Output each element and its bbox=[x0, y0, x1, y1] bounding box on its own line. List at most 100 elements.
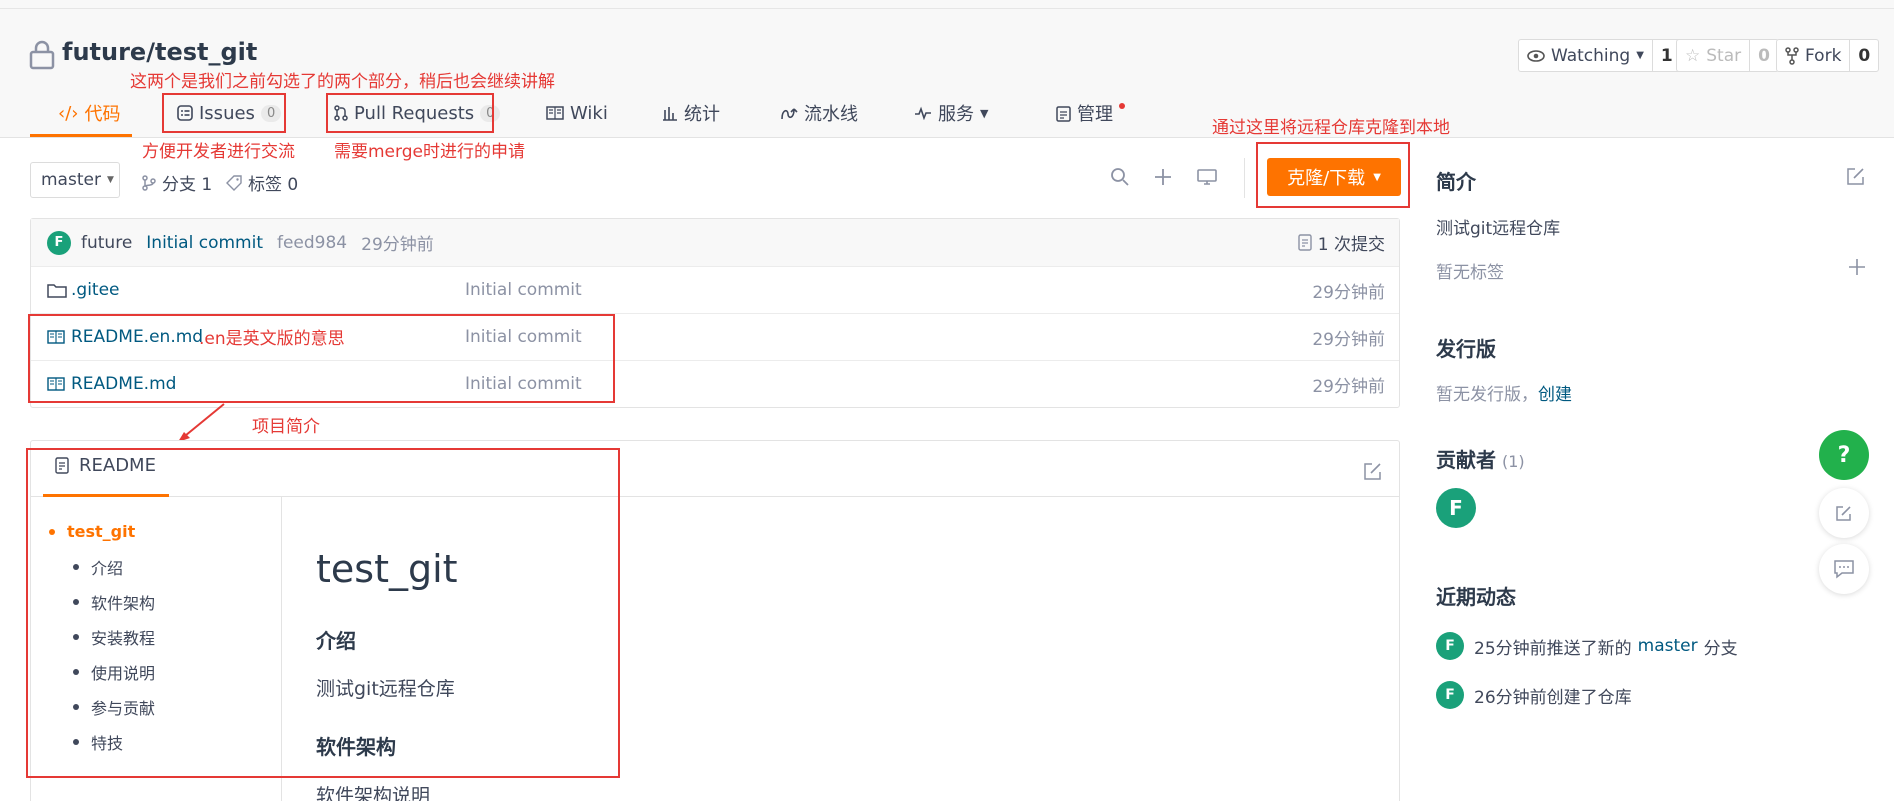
sidebar-description: 测试git远程仓库 bbox=[1436, 219, 1561, 239]
tab-services-label: 服务 bbox=[938, 104, 974, 125]
tab-pipeline[interactable]: 流水线 bbox=[780, 98, 858, 128]
tab-manage-label: 管理 bbox=[1077, 104, 1113, 125]
annotation-box-issues bbox=[162, 93, 286, 133]
star-label: Star bbox=[1706, 45, 1742, 66]
fork-button[interactable]: Fork 0 bbox=[1776, 39, 1880, 72]
branches-label: 分支 1 bbox=[162, 175, 213, 195]
commit-hash[interactable]: feed984 bbox=[277, 233, 347, 253]
help-icon: ? bbox=[1837, 442, 1851, 468]
commits-icon bbox=[1298, 234, 1312, 251]
eye-icon bbox=[1527, 49, 1545, 62]
sidebar-release-info: 暂无发行版， 创建 bbox=[1436, 380, 1572, 405]
latest-commit-row: F future Initial commit feed984 29分钟前 1 … bbox=[31, 219, 1399, 266]
chat-icon bbox=[1834, 560, 1854, 579]
feedback-button[interactable] bbox=[1819, 488, 1869, 538]
add-tag-icon[interactable] bbox=[1848, 258, 1866, 276]
activity-text: 25分钟前推送了新的 bbox=[1474, 638, 1632, 659]
tab-wiki-label: Wiki bbox=[570, 102, 608, 124]
branches-link[interactable]: 分支 1 bbox=[142, 170, 212, 195]
annotation-clone-note: 通过这里将远程仓库克隆到本地 bbox=[1212, 118, 1450, 138]
commit-author[interactable]: future bbox=[81, 233, 132, 253]
search-icon[interactable] bbox=[1110, 167, 1130, 187]
tab-wiki[interactable]: Wiki bbox=[546, 98, 608, 128]
bar-chart-icon bbox=[663, 107, 677, 121]
watch-label: Watching bbox=[1551, 45, 1631, 66]
avatar[interactable]: F bbox=[47, 230, 71, 255]
repo-path[interactable]: future/test_git bbox=[62, 38, 257, 66]
watch-button[interactable]: Watching ▼ 1 bbox=[1518, 39, 1682, 72]
folder-icon bbox=[47, 284, 67, 298]
activity-text-suffix: 分支 bbox=[1703, 638, 1738, 659]
activity-item: F 25分钟前推送了新的 master 分支 bbox=[1436, 632, 1738, 660]
annotation-box-readme-files bbox=[28, 314, 615, 403]
fork-label: Fork bbox=[1805, 45, 1842, 66]
commit-message[interactable]: Initial commit bbox=[146, 233, 263, 253]
annotation-pr-note: 需要merge时进行的申请 bbox=[334, 142, 525, 162]
star-icon: ☆ bbox=[1685, 45, 1701, 66]
sidebar-contributors-title: 贡献者 (1) bbox=[1436, 448, 1525, 472]
book-icon bbox=[546, 106, 564, 120]
create-release-link[interactable]: 创建 bbox=[1538, 380, 1572, 405]
commit-count-link[interactable]: 1 次提交 bbox=[1298, 230, 1385, 255]
annotation-box-clone bbox=[1256, 142, 1410, 208]
annotation-box-pr bbox=[326, 93, 494, 133]
edit-icon[interactable] bbox=[1363, 461, 1383, 481]
file-row-gitee[interactable]: .gitee Initial commit 29分钟前 bbox=[31, 266, 1399, 313]
activity-item: F 26分钟前创建了仓库 bbox=[1436, 681, 1632, 709]
annotation-issues-note: 方便开发者进行交流 bbox=[142, 142, 295, 162]
chevron-down-icon: ▼ bbox=[1636, 50, 1644, 61]
chevron-down-icon: ▼ bbox=[980, 106, 989, 120]
tab-pipeline-label: 流水线 bbox=[804, 104, 858, 125]
tags-link[interactable]: 标签 0 bbox=[226, 170, 298, 195]
annotation-box-readme-panel bbox=[26, 448, 620, 778]
activity-branch-link[interactable]: master bbox=[1638, 636, 1698, 656]
toolbar-divider bbox=[1244, 158, 1245, 198]
contributors-count: (1) bbox=[1502, 452, 1525, 471]
no-release-text: 暂无发行版， bbox=[1436, 385, 1538, 405]
chevron-down-icon: ▼ bbox=[106, 175, 114, 185]
pipeline-icon bbox=[781, 108, 798, 120]
help-button[interactable]: ? bbox=[1819, 430, 1869, 480]
clipboard-icon bbox=[1056, 105, 1071, 122]
tab-stats[interactable]: 统计 bbox=[662, 98, 720, 128]
sidebar-activity-title: 近期动态 bbox=[1436, 585, 1516, 609]
avatar[interactable]: F bbox=[1436, 632, 1464, 660]
sidebar-release-title: 发行版 bbox=[1436, 337, 1496, 361]
tab-code[interactable]: ‹/› 代码 bbox=[58, 98, 120, 128]
tab-code-label: 代码 bbox=[84, 104, 121, 125]
top-divider bbox=[0, 8, 1894, 9]
plus-icon[interactable] bbox=[1153, 167, 1173, 187]
star-count: 0 bbox=[1749, 40, 1778, 71]
pulse-icon bbox=[915, 106, 931, 120]
contributor-avatar[interactable]: F bbox=[1436, 488, 1476, 528]
readme-arch-text: 软件架构说明 bbox=[316, 785, 431, 801]
lock-icon bbox=[29, 40, 55, 70]
branch-select-value: master bbox=[41, 170, 101, 190]
code-icon: ‹/› bbox=[58, 102, 79, 124]
file-commit-message[interactable]: Initial commit bbox=[465, 280, 582, 300]
notification-dot bbox=[1119, 103, 1125, 109]
tab-manage[interactable]: 管理 bbox=[1056, 98, 1125, 128]
tab-stats-label: 统计 bbox=[684, 104, 720, 125]
file-time: 29分钟前 bbox=[1312, 282, 1385, 303]
branch-select[interactable]: master ▼ bbox=[30, 162, 120, 198]
annotation-tabs-note: 这两个是我们之前勾选了的两个部分，稍后也会继续讲解 bbox=[130, 72, 555, 92]
edit-note-icon bbox=[1836, 506, 1851, 521]
sidebar-no-tags: 暂无标签 bbox=[1436, 263, 1504, 283]
sidebar-intro-title: 简介 bbox=[1436, 170, 1476, 194]
monitor-icon[interactable] bbox=[1196, 168, 1218, 186]
avatar[interactable]: F bbox=[1436, 681, 1464, 709]
tab-services[interactable]: 服务 ▼ bbox=[914, 98, 988, 128]
annotation-readme-note: 项目简介 bbox=[252, 417, 320, 437]
activity-text: 26分钟前创建了仓库 bbox=[1474, 687, 1632, 708]
star-button[interactable]: ☆ Star 0 bbox=[1676, 39, 1779, 72]
commit-count: 1 次提交 bbox=[1317, 235, 1385, 255]
active-tab-underline bbox=[30, 134, 132, 137]
edit-icon[interactable] bbox=[1846, 166, 1866, 186]
fork-count: 0 bbox=[1849, 40, 1878, 71]
tags-label: 标签 0 bbox=[248, 175, 299, 195]
fork-icon bbox=[1785, 46, 1799, 65]
commit-time: 29分钟前 bbox=[361, 235, 434, 255]
chat-button[interactable] bbox=[1819, 544, 1869, 594]
file-name[interactable]: .gitee bbox=[71, 280, 120, 300]
